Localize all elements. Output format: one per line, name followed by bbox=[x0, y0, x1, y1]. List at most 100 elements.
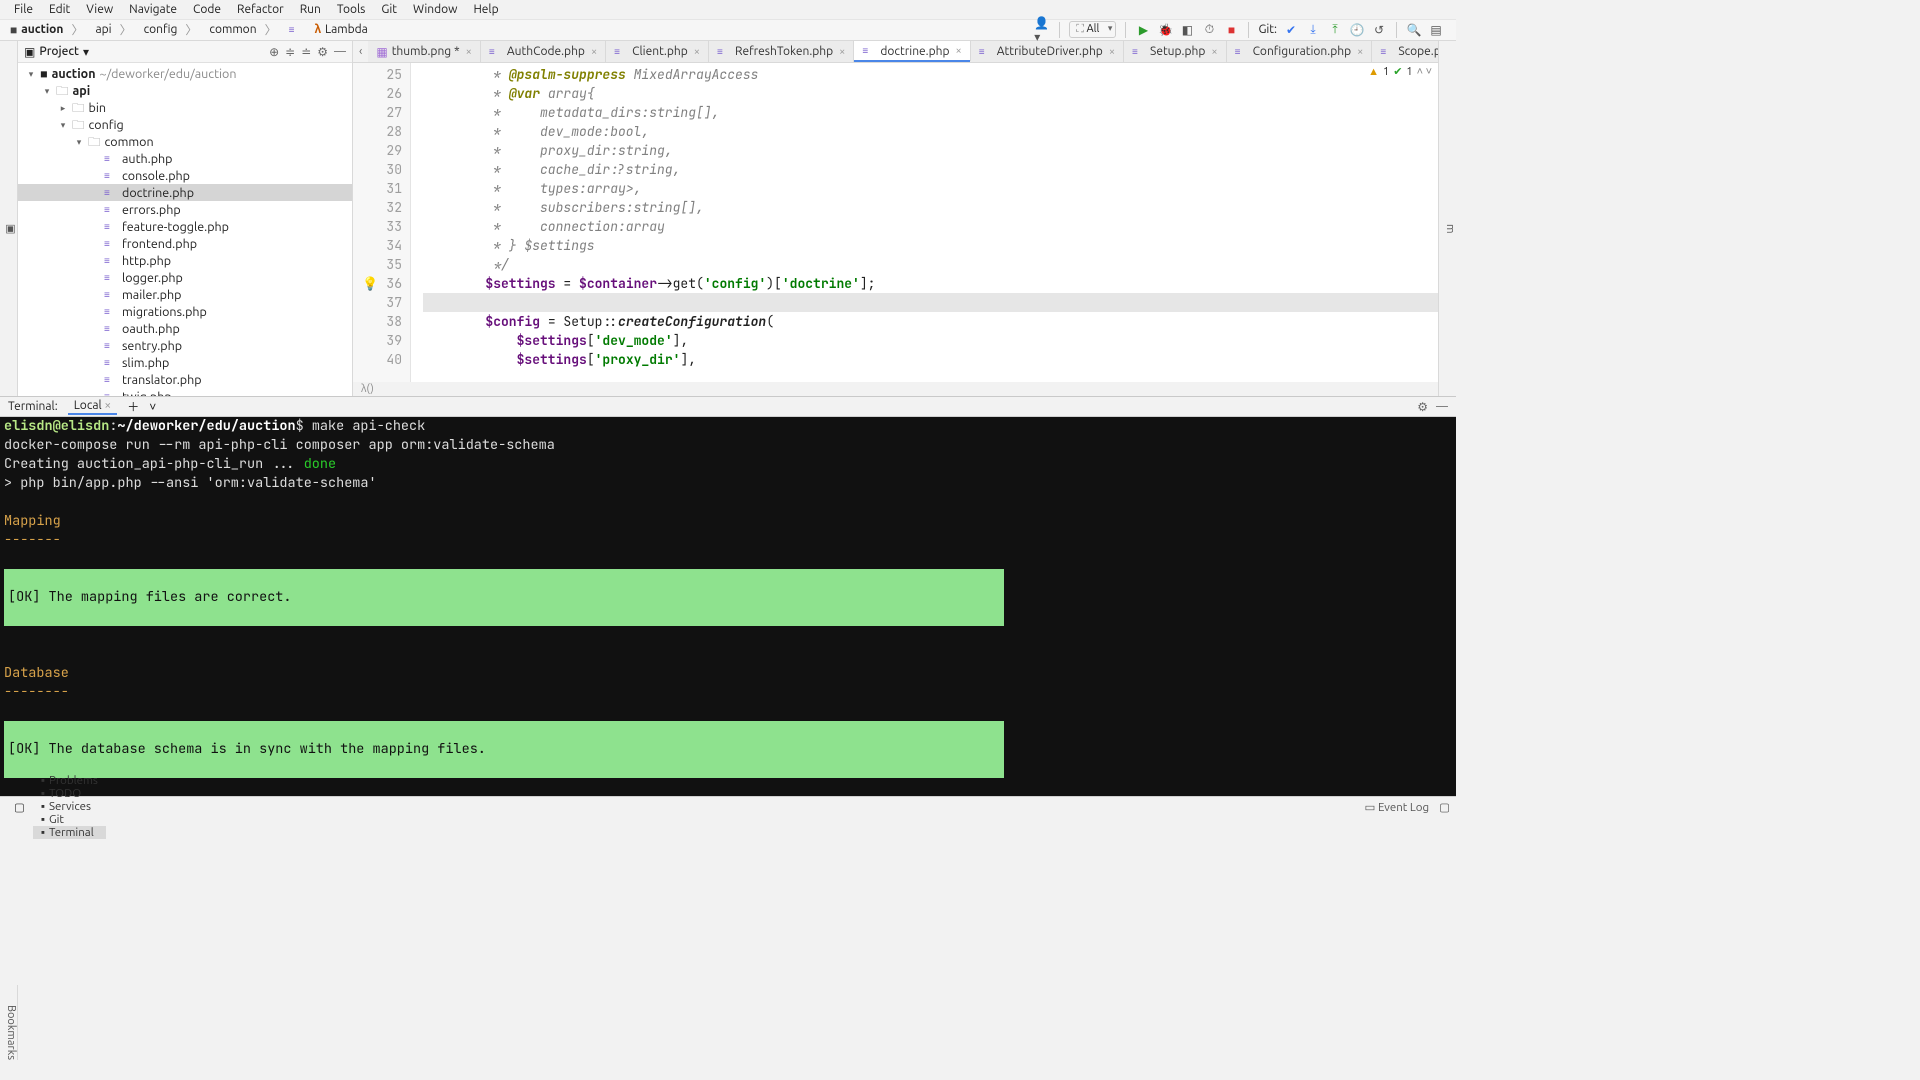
close-icon[interactable]: × bbox=[1109, 46, 1115, 58]
tool-project-icon[interactable]: ▣ bbox=[4, 222, 17, 235]
breadcrumb-common[interactable]: common〉 bbox=[203, 20, 282, 40]
terminal-more[interactable]: ˅ bbox=[149, 400, 156, 414]
tab-scroll-left[interactable]: ‹ bbox=[353, 41, 368, 62]
locate-icon[interactable]: ⊕ bbox=[269, 45, 279, 59]
tab-Setup-php[interactable]: ≡Setup.php× bbox=[1124, 41, 1227, 62]
terminal-output[interactable]: elisdn@elisdn:~/deworker/edu/auction$ ma… bbox=[0, 417, 1456, 796]
coverage-icon[interactable]: ◧ bbox=[1179, 22, 1195, 38]
debug-icon[interactable]: 🐞 bbox=[1157, 22, 1173, 38]
tree-file-slim-php[interactable]: ≡slim.php bbox=[18, 354, 352, 371]
menu-run[interactable]: Run bbox=[292, 1, 329, 18]
tree-file-doctrine-php[interactable]: ≡doctrine.php bbox=[18, 184, 352, 201]
user-icon[interactable]: 👤▾ bbox=[1034, 22, 1050, 38]
tree-file-translator-php[interactable]: ≡translator.php bbox=[18, 371, 352, 388]
tab-AuthCode-php[interactable]: ≡AuthCode.php× bbox=[481, 41, 606, 62]
breadcrumb-root[interactable]: ■ auction 〉 bbox=[4, 20, 89, 40]
tree-file-mailer-php[interactable]: ≡mailer.php bbox=[18, 286, 352, 303]
scope-select[interactable]: ⛶ All bbox=[1069, 21, 1116, 38]
hide-icon[interactable]: — bbox=[334, 45, 346, 59]
tree-file-oauth-php[interactable]: ≡oauth.php bbox=[18, 320, 352, 337]
menu-tools[interactable]: Tools bbox=[329, 1, 374, 18]
tree-file-console-php[interactable]: ≡console.php bbox=[18, 167, 352, 184]
tree-file-feature-toggle-php[interactable]: ≡feature-toggle.php bbox=[18, 218, 352, 235]
menu-git[interactable]: Git bbox=[373, 1, 405, 18]
code-editor[interactable]: * @psalm-suppress MixedArrayAccess * @va… bbox=[411, 63, 1438, 382]
tab-AttributeDriver-php[interactable]: ≡AttributeDriver.php× bbox=[971, 41, 1124, 62]
tree-bin[interactable]: ▸🗀bin bbox=[18, 99, 352, 116]
git-push-icon[interactable]: ⤒ bbox=[1327, 22, 1343, 38]
tab-thumb-png[interactable]: ▦thumb.png *× bbox=[368, 41, 481, 62]
status-win-icon[interactable]: ▢ bbox=[6, 800, 33, 814]
breadcrumb-config[interactable]: config〉 bbox=[138, 20, 204, 40]
breadcrumb-lambda[interactable]: λLambda bbox=[309, 20, 374, 40]
dropdown-icon[interactable]: ▾ bbox=[83, 45, 89, 59]
event-log[interactable]: ▭ Event Log bbox=[1364, 800, 1429, 814]
menu-code[interactable]: Code bbox=[185, 1, 229, 18]
terminal-tab-local[interactable]: Local × bbox=[68, 398, 118, 415]
line-gutter[interactable]: 2526272829303132333435💡 3637383940 bbox=[353, 63, 411, 382]
close-icon[interactable]: × bbox=[466, 46, 472, 58]
git-commit-icon[interactable]: ✔ bbox=[1283, 22, 1299, 38]
fn-breadcrumb[interactable]: λ() bbox=[353, 382, 1438, 396]
tree-config[interactable]: ▾🗀config bbox=[18, 116, 352, 133]
tree-common[interactable]: ▾🗀common bbox=[18, 133, 352, 150]
close-icon[interactable]: × bbox=[956, 45, 962, 57]
menu-view[interactable]: View bbox=[78, 1, 121, 18]
terminal-hide-icon[interactable]: — bbox=[1436, 400, 1448, 414]
search-icon[interactable]: 🔍 bbox=[1406, 22, 1422, 38]
terminal-settings-icon[interactable]: ⚙ bbox=[1417, 400, 1428, 414]
tab-Client-php[interactable]: ≡Client.php× bbox=[606, 41, 709, 62]
git-revert-icon[interactable]: ↺ bbox=[1371, 22, 1387, 38]
tool-bookmarks[interactable]: Bookmarks bbox=[5, 1005, 17, 1060]
collapse-icon[interactable]: ≐ bbox=[301, 45, 311, 59]
tree-file-logger-php[interactable]: ≡logger.php bbox=[18, 269, 352, 286]
profile-icon[interactable]: ⏱ bbox=[1201, 22, 1217, 38]
tree-file-errors-php[interactable]: ≡errors.php bbox=[18, 201, 352, 218]
tree-root[interactable]: ▾■auction ~/deworker/edu/auction bbox=[18, 65, 352, 82]
breadcrumb-api[interactable]: api〉 bbox=[89, 20, 137, 40]
tab-Scope-php[interactable]: ≡Scope.php× bbox=[1372, 41, 1438, 62]
close-icon[interactable]: × bbox=[1357, 46, 1363, 58]
expand-icon[interactable]: ≑ bbox=[285, 45, 295, 59]
menu-file[interactable]: File bbox=[6, 1, 41, 18]
tree-file-auth-php[interactable]: ≡auth.php bbox=[18, 150, 352, 167]
terminal-add[interactable]: ＋ bbox=[127, 398, 139, 415]
inspection-widget[interactable]: ▲1 ✔1 ˄ ˅ bbox=[1368, 65, 1432, 78]
php-icon: ≡ bbox=[1132, 46, 1146, 58]
status-services[interactable]: ▪Services bbox=[33, 800, 106, 813]
git-pull-icon[interactable]: ⤓ bbox=[1305, 22, 1321, 38]
tool-m[interactable]: m bbox=[1444, 224, 1456, 234]
gear-icon[interactable]: ⚙ bbox=[317, 45, 328, 59]
status-git[interactable]: ▪Git bbox=[33, 813, 106, 826]
close-icon[interactable]: × bbox=[839, 46, 845, 58]
tree-file-twig-php[interactable]: ≡twig.php bbox=[18, 388, 352, 396]
menu-edit[interactable]: Edit bbox=[41, 1, 78, 18]
close-icon[interactable]: × bbox=[1211, 46, 1217, 58]
tab-RefreshToken-php[interactable]: ≡RefreshToken.php× bbox=[709, 41, 854, 62]
tab-doctrine-php[interactable]: ≡doctrine.php× bbox=[854, 41, 970, 62]
tab-Configuration-php[interactable]: ≡Configuration.php× bbox=[1227, 41, 1373, 62]
status-problems[interactable]: ▪Problems bbox=[33, 774, 106, 787]
tree-file-http-php[interactable]: ≡http.php bbox=[18, 252, 352, 269]
tree-file-sentry-php[interactable]: ≡sentry.php bbox=[18, 337, 352, 354]
project-tool-icon[interactable]: ▣ bbox=[24, 45, 35, 59]
tree-api[interactable]: ▾🗀api bbox=[18, 82, 352, 99]
close-icon[interactable]: × bbox=[694, 46, 700, 58]
run-icon[interactable]: ▶ bbox=[1135, 22, 1151, 38]
menu-refactor[interactable]: Refactor bbox=[229, 1, 292, 18]
git-history-icon[interactable]: 🕘 bbox=[1349, 22, 1365, 38]
close-icon[interactable]: × bbox=[104, 399, 111, 412]
settings-icon[interactable]: ▤ bbox=[1428, 22, 1444, 38]
tree-file-frontend-php[interactable]: ≡frontend.php bbox=[18, 235, 352, 252]
menu-window[interactable]: Window bbox=[405, 1, 465, 18]
menu-navigate[interactable]: Navigate bbox=[121, 1, 185, 18]
project-tree[interactable]: ▾■auction ~/deworker/edu/auction▾🗀api▸🗀b… bbox=[18, 63, 352, 396]
close-icon[interactable]: × bbox=[591, 46, 597, 58]
status-todo[interactable]: ▪TODO bbox=[33, 787, 106, 800]
status-hint-icon[interactable]: ▢ bbox=[1439, 800, 1450, 814]
stop-icon[interactable]: ■ bbox=[1223, 22, 1239, 38]
breadcrumb-file[interactable]: ≡ bbox=[283, 20, 309, 40]
tree-file-migrations-php[interactable]: ≡migrations.php bbox=[18, 303, 352, 320]
status-terminal[interactable]: ▪Terminal bbox=[33, 826, 106, 839]
menu-help[interactable]: Help bbox=[465, 1, 506, 18]
